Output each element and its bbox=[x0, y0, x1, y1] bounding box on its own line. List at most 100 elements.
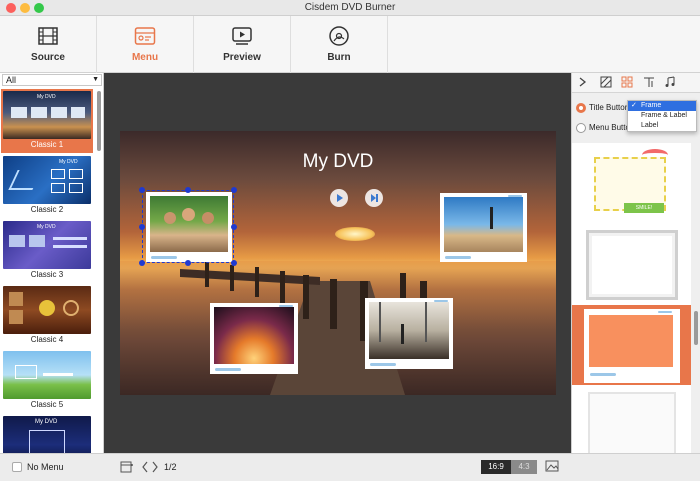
resize-handle[interactable] bbox=[139, 224, 145, 230]
menu-title-text[interactable]: My DVD bbox=[120, 151, 556, 173]
page-indicator: 1/2 bbox=[164, 462, 177, 472]
play-button[interactable] bbox=[330, 189, 348, 207]
aspect-4-3-button[interactable]: 4:3 bbox=[511, 460, 537, 474]
frame-label-placeholder bbox=[370, 363, 396, 366]
film-icon bbox=[38, 27, 58, 45]
template-caption: Classic 4 bbox=[30, 335, 64, 344]
resize-handle[interactable] bbox=[139, 187, 145, 193]
add-page-icon[interactable] bbox=[120, 460, 134, 474]
resize-handle[interactable] bbox=[139, 260, 145, 266]
frame-label-placeholder bbox=[445, 256, 471, 259]
template-thumbnail bbox=[3, 351, 91, 399]
chapter-button[interactable] bbox=[365, 189, 383, 207]
template-filter-value: All bbox=[6, 75, 17, 85]
frame-style-list: SMILE! bbox=[572, 143, 691, 453]
menu-icon bbox=[134, 27, 156, 45]
page-nav-arrows-icon[interactable] bbox=[141, 460, 159, 474]
dropdown-option-frame[interactable]: ✓ Frame bbox=[628, 101, 696, 111]
tab-preview-label: Preview bbox=[223, 52, 261, 63]
resize-handle[interactable] bbox=[231, 260, 237, 266]
surfer-photo bbox=[444, 197, 523, 252]
tab-burn-label: Burn bbox=[327, 52, 351, 63]
frame-style-item-selected[interactable] bbox=[572, 305, 691, 385]
frame-style-item[interactable] bbox=[572, 388, 691, 453]
template-caption: Classic 2 bbox=[30, 205, 64, 214]
template-list: My DVD Classic 1 My DVD Classic 2 My DVD bbox=[0, 89, 96, 453]
background-icon[interactable] bbox=[600, 76, 612, 88]
title-button-frame[interactable] bbox=[210, 303, 298, 374]
resize-handle[interactable] bbox=[185, 187, 191, 193]
template-thumbnail: My DVD bbox=[3, 221, 91, 269]
chevron-down-icon: ▼ bbox=[92, 76, 99, 83]
tab-burn[interactable]: Burn bbox=[291, 16, 388, 73]
template-item[interactable]: My DVD Classic 1 bbox=[1, 89, 93, 153]
frame-label-placeholder bbox=[508, 195, 522, 197]
title-button-radio[interactable] bbox=[576, 103, 586, 113]
selection-box bbox=[142, 190, 234, 263]
template-thumbnail-title: My DVD bbox=[35, 419, 58, 425]
template-thumbnail-title: My DVD bbox=[37, 224, 56, 230]
menu-canvas: My DVD bbox=[120, 131, 556, 395]
sticker-label: SMILE! bbox=[624, 203, 664, 213]
frame-label-placeholder bbox=[434, 300, 448, 302]
template-item[interactable]: My DVD bbox=[1, 414, 93, 453]
text-icon[interactable] bbox=[643, 76, 655, 88]
tab-menu[interactable]: Menu bbox=[97, 16, 194, 73]
title-button-frame[interactable] bbox=[365, 298, 453, 369]
tab-source-label: Source bbox=[31, 52, 65, 63]
frame-style-scrollbar[interactable] bbox=[693, 143, 699, 453]
template-filter-select[interactable]: All ▼ bbox=[2, 74, 102, 86]
template-thumbnail: My DVD bbox=[3, 416, 91, 453]
frame-style-item[interactable] bbox=[572, 226, 691, 306]
template-caption: Classic 5 bbox=[30, 400, 64, 409]
tunnel-photo bbox=[214, 307, 294, 364]
title-bar: Cisdem DVD Burner bbox=[0, 0, 700, 16]
menu-button-radio[interactable] bbox=[576, 123, 586, 133]
frame-style-icon[interactable] bbox=[621, 76, 633, 88]
template-thumbnail: My DVD bbox=[3, 156, 91, 204]
template-item[interactable]: Classic 4 bbox=[1, 284, 93, 348]
title-button-frame[interactable] bbox=[440, 193, 527, 262]
tab-menu-label: Menu bbox=[131, 52, 159, 63]
checkmark-icon: ✓ bbox=[631, 102, 637, 109]
no-menu-checkbox[interactable] bbox=[12, 462, 22, 472]
tab-source[interactable]: Source bbox=[0, 16, 97, 73]
pier-illustration bbox=[180, 261, 427, 395]
sun-decoration bbox=[335, 227, 375, 241]
dropdown-option-frame-label[interactable]: Frame & Label bbox=[628, 111, 696, 121]
frame-label-placeholder bbox=[215, 368, 241, 371]
template-caption: Classic 1 bbox=[30, 140, 64, 149]
title-button-style-dropdown: ✓ Frame Frame & Label Label bbox=[627, 100, 697, 132]
no-menu-label: No Menu bbox=[27, 462, 64, 472]
properties-tabs bbox=[572, 73, 700, 93]
dropdown-option-label[interactable]: Label bbox=[628, 121, 696, 131]
image-icon[interactable] bbox=[545, 459, 559, 473]
play-icon bbox=[337, 194, 343, 202]
title-button-label: Title Button bbox=[589, 103, 630, 112]
template-panel: All ▼ My DVD Classic 1 My DVD Classic 2 … bbox=[0, 73, 104, 453]
resize-handle[interactable] bbox=[231, 187, 237, 193]
chevron-right-icon[interactable] bbox=[576, 76, 588, 88]
template-item[interactable]: Classic 5 bbox=[1, 349, 93, 413]
resize-handle[interactable] bbox=[231, 224, 237, 230]
template-thumbnail-title: My DVD bbox=[37, 94, 56, 100]
frame-label-placeholder bbox=[279, 305, 293, 307]
template-list-scrollbar[interactable] bbox=[96, 89, 102, 453]
template-caption: Classic 3 bbox=[30, 270, 64, 279]
next-chapter-icon bbox=[371, 194, 378, 202]
template-thumbnail-title: My DVD bbox=[59, 159, 78, 165]
template-item[interactable]: My DVD Classic 3 bbox=[1, 219, 93, 283]
disc-icon bbox=[329, 26, 349, 46]
frame-style-item[interactable]: SMILE! bbox=[572, 143, 691, 223]
window-title: Cisdem DVD Burner bbox=[304, 2, 396, 13]
main-toolbar: Source Menu Preview Burn bbox=[0, 16, 700, 73]
airport-photo bbox=[369, 302, 449, 359]
music-icon[interactable] bbox=[664, 76, 676, 88]
tab-preview[interactable]: Preview bbox=[194, 16, 291, 73]
bottom-bar: No Menu 1/2 16:9 4:3 bbox=[0, 453, 700, 481]
aspect-16-9-button[interactable]: 16:9 bbox=[481, 460, 511, 474]
resize-handle[interactable] bbox=[185, 260, 191, 266]
menu-editor-stage: My DVD bbox=[104, 73, 571, 453]
template-item[interactable]: My DVD Classic 2 bbox=[1, 154, 93, 218]
template-thumbnail: My DVD bbox=[3, 91, 91, 139]
